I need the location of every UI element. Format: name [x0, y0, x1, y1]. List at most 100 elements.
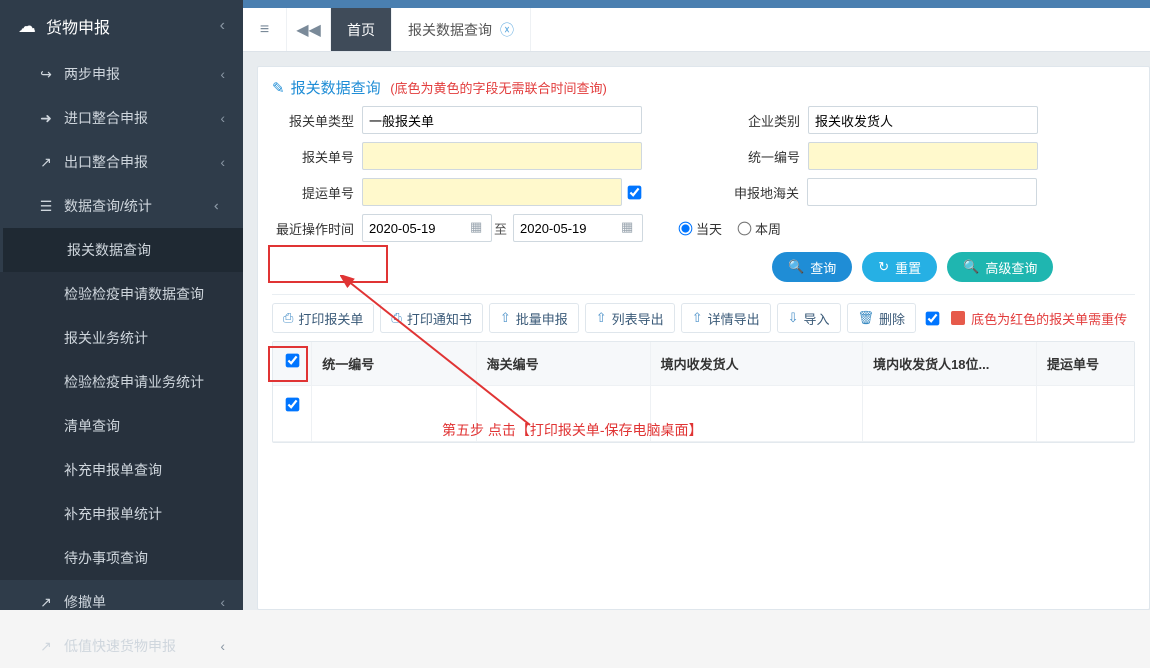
col-bl-no[interactable]: 提运单号 [1037, 342, 1134, 386]
submenu-data-query: 报关数据查询 检验检疫申请数据查询 报关业务统计 检验检疫申请业务统计 清单查询… [0, 228, 243, 580]
table-row[interactable] [273, 386, 1134, 442]
download-icon: ⇩ [788, 310, 799, 326]
main: ≡ ◀◀ 首页 报关数据查询 ⓧ ✎ 报关数据查询 (底色为黄色的字段无需联合时… [243, 0, 1150, 610]
reset-button[interactable]: ↻重置 [862, 252, 937, 282]
label-decl-no: 报关单号 [272, 147, 362, 166]
batch-decl-button[interactable]: ⇧批量申报 [489, 303, 579, 333]
arrow-icon: ↗ [38, 638, 54, 655]
upload-icon: ⇧ [596, 310, 607, 326]
label-last-op: 最近操作时间 [272, 219, 362, 238]
cell-customs-no [477, 386, 651, 442]
subitem-inspection-stats[interactable]: 检验检疫申请业务统计 [0, 360, 243, 404]
search-button[interactable]: 🔍查询 [772, 252, 852, 282]
tabs-back-button[interactable]: ◀◀ [287, 8, 331, 51]
import-button[interactable]: ⇩导入 [777, 303, 841, 333]
col-unified-no[interactable]: 统一编号 [312, 342, 476, 386]
close-icon[interactable]: ⓧ [500, 20, 514, 40]
zoom-icon: 🔍 [963, 259, 979, 275]
red-square-icon [951, 311, 965, 325]
print-icon: ⎙ [283, 310, 293, 326]
print-decl-button[interactable]: ⎙打印报关单 [272, 303, 374, 333]
refresh-icon: ↻ [878, 259, 889, 275]
upload-icon: ⇧ [500, 310, 511, 326]
input-date-from[interactable] [362, 214, 492, 242]
search-form: 报关单类型 企业类别 报关单号 [272, 106, 1135, 282]
input-date-to[interactable] [513, 214, 643, 242]
subitem-decl-query[interactable]: 报关数据查询 [0, 228, 243, 272]
tab-decl-query[interactable]: 报关数据查询 ⓧ [392, 8, 531, 51]
topbar-accent [243, 0, 1150, 8]
chevron-down-icon: ⌄ [211, 200, 228, 212]
print-icon: ⎙ [391, 310, 401, 326]
chevron-left-icon: ‹ [220, 638, 225, 654]
sidebar-title: 货物申报 [46, 14, 110, 38]
radio-week[interactable]: 本周 [738, 219, 781, 238]
input-decl-no[interactable] [362, 142, 642, 170]
sidebar-item-data-query[interactable]: ☰ 数据查询/统计 ⌄ [0, 184, 243, 228]
sidebar-item-amend[interactable]: ↗ 修撤单 ‹ [0, 580, 243, 624]
tab-home[interactable]: 首页 [331, 8, 392, 51]
subitem-decl-stats[interactable]: 报关业务统计 [0, 316, 243, 360]
col-dom-consignee-18[interactable]: 境内收发货人18位... [863, 342, 1037, 386]
input-decl-type[interactable] [362, 106, 642, 134]
cloud-icon: ☁ [18, 16, 36, 37]
chevron-left-icon: ‹ [220, 66, 225, 82]
cell-dom-consignee-18 [863, 386, 1037, 442]
sidebar-header: ☁ 货物申报 ‹ [0, 0, 243, 52]
arrow-icon: ➜ [38, 110, 54, 127]
subitem-supp-stats[interactable]: 补充申报单统计 [0, 492, 243, 536]
print-notice-button[interactable]: ⎙打印通知书 [380, 303, 482, 333]
panel-title: ✎ 报关数据查询 [272, 77, 381, 98]
input-ent-type[interactable] [808, 106, 1038, 134]
list-export-button[interactable]: ⇧列表导出 [585, 303, 675, 333]
toolbar: ⎙打印报关单 ⎙打印通知书 ⇧批量申报 ⇧列表导出 ⇧详情导出 ⇩导入 🗑删除 … [272, 294, 1135, 341]
delete-button[interactable]: 🗑删除 [847, 303, 917, 333]
input-customs[interactable] [807, 178, 1037, 206]
chevron-left-icon: ‹ [220, 594, 225, 610]
col-customs-no[interactable]: 海关编号 [477, 342, 651, 386]
sidebar: ☁ 货物申报 ‹ ↪ 两步申报 ‹ ➜ 进口整合申报 ‹ ↗ 出口整合申报 ‹ … [0, 0, 243, 610]
upload-icon: ⇧ [692, 310, 703, 326]
toolbar-note: 底色为红色的报关单需重传 [951, 309, 1127, 328]
sidebar-item-label: 两步申报 [64, 64, 120, 84]
label-bl-no: 提运单号 [272, 183, 362, 202]
sidebar-item-two-step[interactable]: ↪ 两步申报 ‹ [0, 52, 243, 96]
tabs-menu-button[interactable]: ≡ [243, 8, 287, 51]
row-checkbox[interactable] [285, 398, 299, 412]
chevron-left-icon[interactable]: ‹ [220, 17, 225, 35]
results-table: 统一编号 海关编号 境内收发货人 境内收发货人18位... 提运单号 [272, 341, 1135, 443]
detail-export-button[interactable]: ⇧详情导出 [681, 303, 771, 333]
subitem-supp-query[interactable]: 补充申报单查询 [0, 448, 243, 492]
label-ent-type: 企业类别 [718, 111, 808, 130]
edit-icon: ✎ [272, 79, 285, 97]
subitem-inspection-query[interactable]: 检验检疫申请数据查询 [0, 272, 243, 316]
list-icon: ☰ [38, 198, 54, 215]
input-unified-no[interactable] [808, 142, 1038, 170]
sidebar-item-low-value[interactable]: ↗ 低值快速货物申报 ‹ [0, 624, 243, 668]
arrow-icon: ↪ [38, 66, 54, 83]
chevron-left-icon: ‹ [220, 110, 225, 126]
advanced-search-button[interactable]: 🔍高级查询 [947, 252, 1053, 282]
select-all-checkbox[interactable] [285, 354, 299, 368]
input-bl-no[interactable] [362, 178, 622, 206]
sidebar-item-export[interactable]: ↗ 出口整合申报 ‹ [0, 140, 243, 184]
tab-label: 报关数据查询 [408, 20, 492, 40]
sidebar-item-import[interactable]: ➜ 进口整合申报 ‹ [0, 96, 243, 140]
cell-dom-consignee [651, 386, 863, 442]
toolbar-checkbox[interactable] [926, 311, 940, 325]
sidebar-item-label: 修撤单 [64, 592, 106, 612]
cell-unified-no [312, 386, 476, 442]
panel-note: (底色为黄色的字段无需联合时间查询) [390, 81, 607, 96]
panel: ✎ 报关数据查询 (底色为黄色的字段无需联合时间查询) 报关单类型 [257, 66, 1150, 610]
arrow-icon: ↗ [38, 594, 54, 611]
subitem-todo-query[interactable]: 待办事项查询 [0, 536, 243, 580]
cell-bl-no [1037, 386, 1134, 442]
sidebar-item-label: 出口整合申报 [64, 152, 148, 172]
subitem-list-query[interactable]: 清单查询 [0, 404, 243, 448]
checkbox-bl-no[interactable] [628, 185, 642, 199]
trash-icon: 🗑 [858, 310, 875, 326]
radio-today[interactable]: 当天 [679, 219, 722, 238]
col-dom-consignee[interactable]: 境内收发货人 [651, 342, 863, 386]
label-unified-no: 统一编号 [718, 147, 808, 166]
table-header: 统一编号 海关编号 境内收发货人 境内收发货人18位... 提运单号 [273, 342, 1134, 386]
